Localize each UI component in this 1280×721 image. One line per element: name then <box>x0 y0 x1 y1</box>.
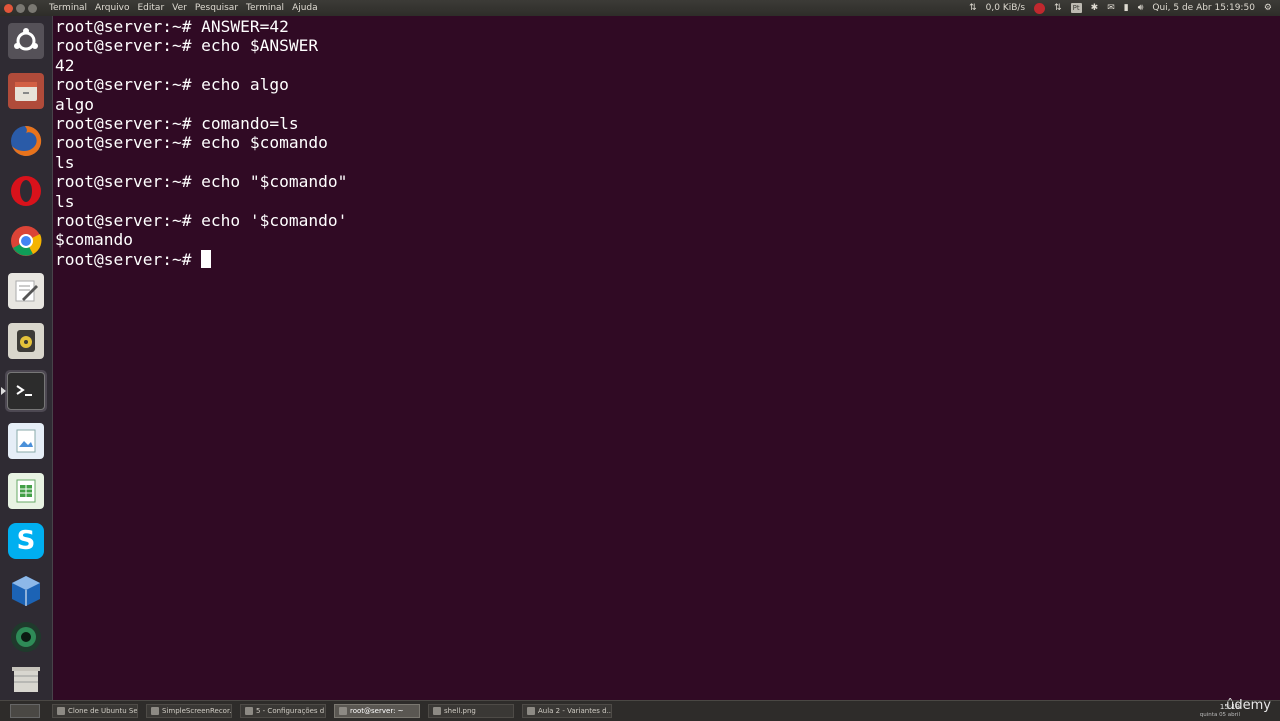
terminal-line: root@server:~# echo $comando <box>55 133 328 153</box>
bluetooth-icon[interactable]: ✱ <box>1091 0 1099 16</box>
network-transfer-icon[interactable]: ⇅ <box>969 0 977 16</box>
launcher-dash[interactable] <box>5 20 47 62</box>
clock[interactable]: Qui, 5 de Abr 15:19:50 <box>1152 0 1255 16</box>
launcher-virtualbox[interactable] <box>5 570 47 612</box>
terminal-line: 42 <box>55 55 75 75</box>
task-configuracoes[interactable]: 5 - Configurações d... <box>240 704 326 718</box>
udemy-watermark: ûdemy <box>1226 698 1271 713</box>
top-panel: Terminal Arquivo Editar Ver Pesquisar Te… <box>0 0 1280 16</box>
launcher-files[interactable] <box>5 70 47 112</box>
minimize-window-button[interactable] <box>16 3 25 13</box>
menu-pesquisar[interactable]: Pesquisar <box>191 0 242 16</box>
terminal-line: ls <box>55 191 75 211</box>
spreadsheet-icon <box>8 473 44 509</box>
task-label: SimpleScreenRecor... <box>162 707 232 715</box>
terminal-line: $comando <box>55 230 133 250</box>
maximize-window-button[interactable] <box>28 3 37 13</box>
keyboard-layout[interactable]: Pt <box>1070 3 1082 13</box>
launcher-text-editor[interactable] <box>5 270 47 312</box>
terminal-prompt-line[interactable]: root@server:~# <box>55 249 1275 269</box>
task-label: 5 - Configurações d... <box>256 707 326 715</box>
terminal-cursor <box>201 249 212 268</box>
launcher-terminal[interactable] <box>1 370 47 412</box>
camera-icon <box>8 619 44 655</box>
terminal-line: algo <box>55 94 94 114</box>
files-icon <box>8 73 44 109</box>
terminal-icon <box>7 372 45 410</box>
launcher-chrome[interactable] <box>5 220 47 262</box>
task-label: root@server: ~ <box>350 707 404 715</box>
rhythmbox-icon <box>8 323 44 359</box>
launcher-rhythmbox[interactable] <box>5 320 47 362</box>
task-simplescreenrecorder[interactable]: SimpleScreenRecor... <box>146 704 232 718</box>
image-icon <box>433 707 441 715</box>
menu-app-title: Terminal <box>49 3 88 13</box>
close-window-button[interactable] <box>4 3 13 13</box>
menu-arquivo[interactable]: Arquivo <box>91 0 133 16</box>
menu-ver[interactable]: Ver <box>168 0 191 16</box>
terminal-line: root@server:~# echo '$comando' <box>55 210 348 230</box>
menu-ajuda[interactable]: Ajuda <box>288 0 322 16</box>
task-label: shell.png <box>444 707 476 715</box>
terminal-output[interactable]: root@server:~# ANSWER=42 root@server:~# … <box>55 17 1275 697</box>
virtualbox-icon <box>8 573 44 609</box>
task-shell-png[interactable]: shell.png <box>428 704 514 718</box>
launcher-opera[interactable] <box>5 170 47 212</box>
launcher-firefox[interactable] <box>5 120 47 162</box>
menu-terminal[interactable]: Terminal <box>242 0 288 16</box>
task-label: Aula 2 - Variantes d... <box>538 707 612 715</box>
opera-icon <box>8 173 44 209</box>
terminal-line: root@server:~# echo algo <box>55 75 289 95</box>
terminal-line: ls <box>55 152 75 172</box>
skype-icon: S <box>8 523 44 559</box>
trash-icon <box>8 661 44 697</box>
task-label: Clone de Ubuntu Se... <box>68 707 138 715</box>
text-editor-icon <box>8 273 44 309</box>
network-speed: 0,0 KiB/s <box>985 3 1026 13</box>
settings-gear-icon[interactable]: ⚙ <box>1264 0 1272 16</box>
mail-icon[interactable]: ✉ <box>1107 0 1115 16</box>
terminal-line: root@server:~# comando=ls <box>55 113 299 133</box>
chrome-icon <box>8 223 44 259</box>
running-indicator <box>1 387 6 395</box>
network-icon[interactable]: ⇅ <box>1054 0 1062 16</box>
terminal-line: root@server:~# echo $ANSWER <box>55 36 319 56</box>
task-terminal[interactable]: root@server: ~ <box>334 704 420 718</box>
recorder-indicator-icon[interactable] <box>1034 2 1046 14</box>
image-viewer-icon <box>8 423 44 459</box>
terminal-prompt: root@server:~# <box>55 249 202 269</box>
window-icon <box>57 707 65 715</box>
window-controls <box>0 3 45 13</box>
document-icon <box>527 707 535 715</box>
ubuntu-dash-icon <box>8 23 44 59</box>
launcher-trash[interactable] <box>5 658 47 700</box>
taskbar: Clone de Ubuntu Se... SimpleScreenRecor.… <box>0 698 1280 721</box>
launcher-image-viewer[interactable] <box>5 420 47 462</box>
terminal-icon <box>339 707 347 715</box>
terminal-line: root@server:~# echo "$comando" <box>55 172 348 192</box>
launcher: S <box>0 16 53 700</box>
volume-icon[interactable]: 🔊︎ <box>1138 0 1144 16</box>
window-icon <box>151 707 159 715</box>
firefox-icon <box>8 123 44 159</box>
launcher-spreadsheet[interactable] <box>5 470 47 512</box>
menu-editar[interactable]: Editar <box>134 0 169 16</box>
task-clone-ubuntu[interactable]: Clone de Ubuntu Se... <box>52 704 138 718</box>
terminal-line: root@server:~# ANSWER=42 <box>55 17 289 36</box>
launcher-skype[interactable]: S <box>5 520 47 562</box>
show-desktop-button[interactable] <box>10 704 40 718</box>
system-tray: ⇅ 0,0 KiB/s ⇅ Pt ✱ ✉ ▮ 🔊︎ Qui, 5 de Abr … <box>969 0 1272 16</box>
window-icon <box>245 707 253 715</box>
task-aula-2[interactable]: Aula 2 - Variantes d... <box>522 704 612 718</box>
launcher-camera[interactable] <box>5 616 47 658</box>
battery-icon[interactable]: ▮ <box>1124 0 1129 16</box>
